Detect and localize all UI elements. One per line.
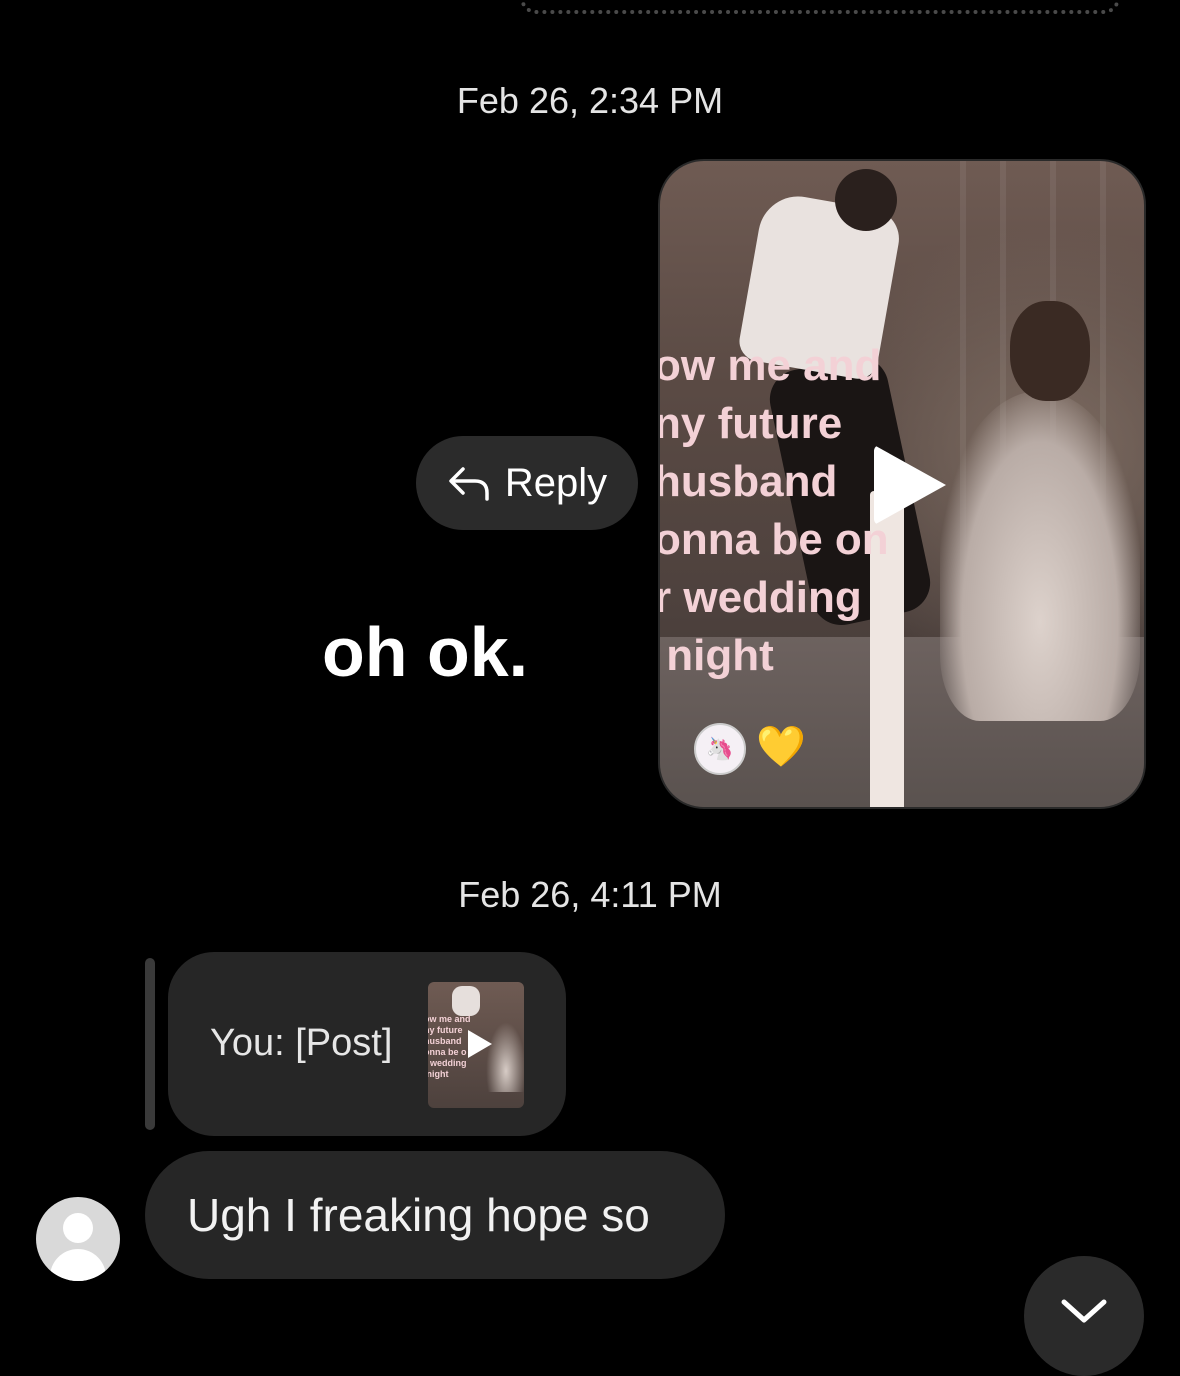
video-man-head [835, 169, 897, 231]
avatar-head [63, 1213, 93, 1243]
quoted-reply-label: You: [Post] [210, 1022, 393, 1064]
sent-message: oh ok. [322, 613, 529, 691]
previous-message-outline [520, 0, 1120, 14]
avatar-shoulders [50, 1249, 106, 1281]
reply-arrow-icon [449, 467, 489, 501]
timestamp: Feb 26, 4:11 PM [458, 874, 722, 915]
quote-indicator-bar [145, 958, 155, 1130]
shared-video-post[interactable]: ow me and ny future husband onna be on r… [658, 159, 1146, 809]
quoted-post-thumbnail[interactable]: ow me and ny future husband onna be o r … [428, 982, 524, 1108]
chevron-down-icon [1061, 1299, 1107, 1323]
heart-reaction: 💛 [756, 725, 806, 769]
quoted-reply-bubble[interactable]: You: [Post] ow me and ny future husband … [168, 952, 566, 1136]
incoming-message-text: Ugh I freaking hope so [187, 1189, 650, 1241]
play-icon [468, 1030, 492, 1058]
user-avatar[interactable] [36, 1197, 120, 1281]
unicorn-sticker-icon: 🦄 [694, 723, 746, 775]
thumb-caption: ow me and ny future husband onna be o r … [428, 1014, 471, 1079]
incoming-message-bubble[interactable]: Ugh I freaking hope so [145, 1151, 725, 1279]
video-caption-overlay: ow me and ny future husband onna be on r… [658, 341, 889, 680]
thumb-man [452, 986, 480, 1016]
video-bride-dress [940, 391, 1140, 721]
scroll-to-bottom-button[interactable] [1024, 1256, 1144, 1376]
reply-label: Reply [504, 460, 608, 505]
play-icon[interactable] [874, 445, 946, 525]
timestamp: Feb 26, 2:34 PM [456, 80, 724, 121]
video-bride-head [1010, 301, 1090, 401]
reply-button[interactable]: Reply [416, 436, 638, 530]
